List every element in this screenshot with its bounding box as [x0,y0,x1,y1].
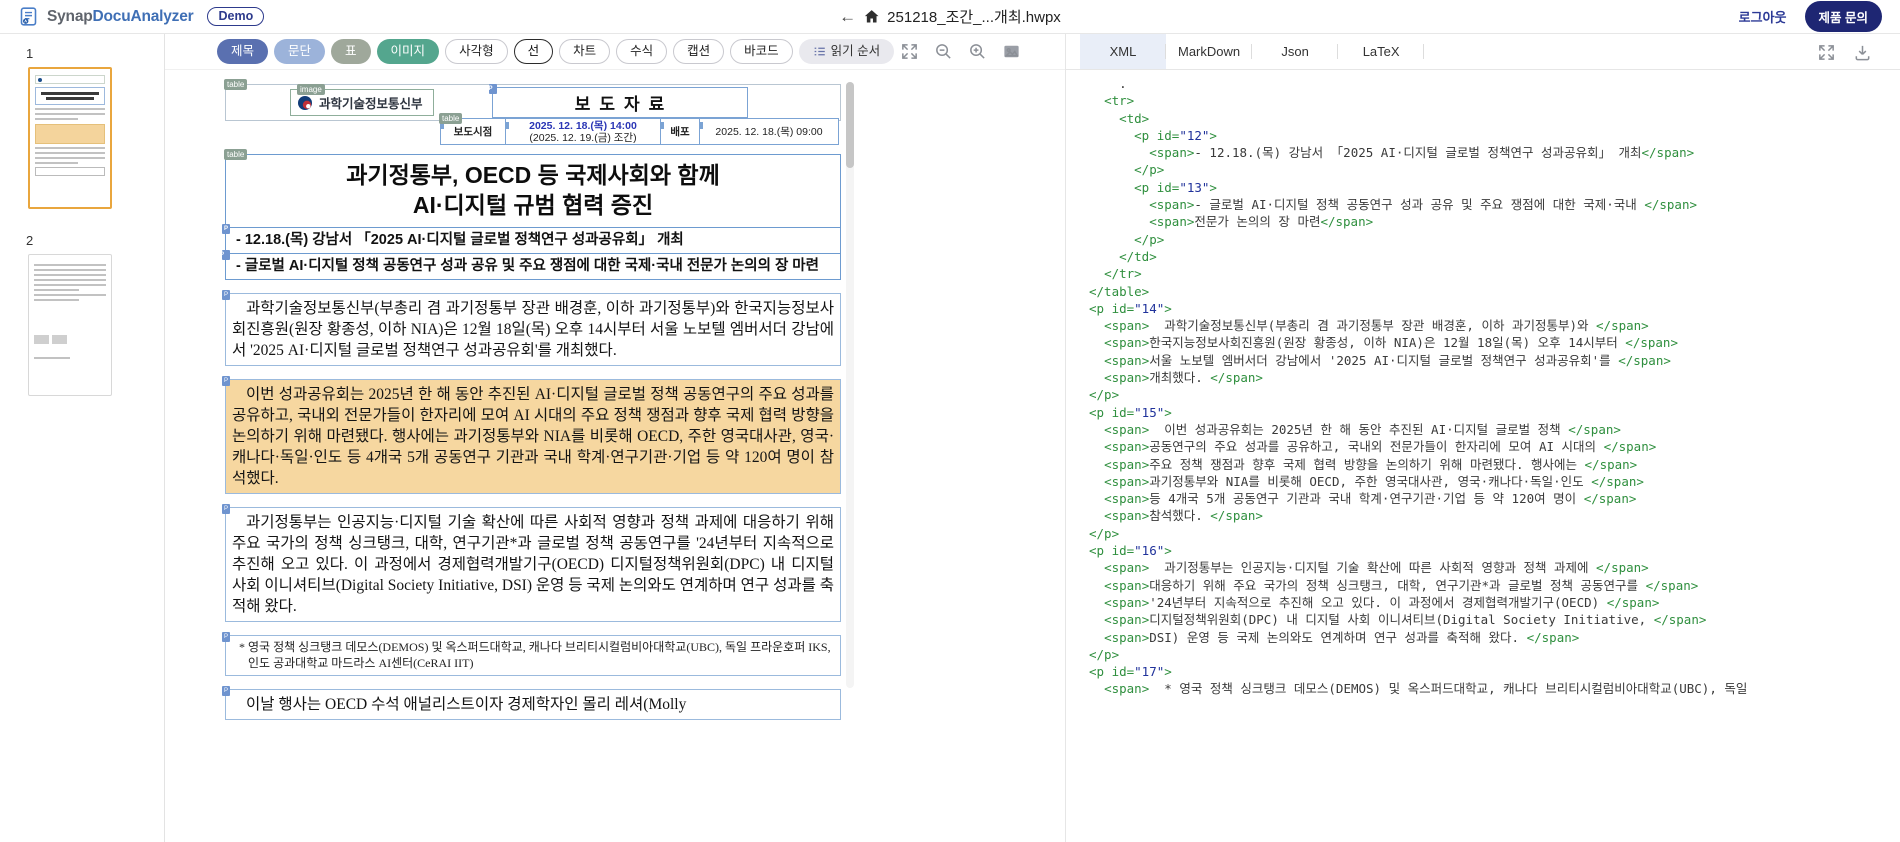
brand-name: SynapDocuAnalyzer [47,8,193,26]
paragraph-marker: P [222,632,230,642]
filter-table-button[interactable]: 표 [331,39,371,64]
brand-doc-icon [18,6,39,27]
document-scrollbar[interactable] [846,82,854,688]
subtitle-1[interactable]: P - 12.18.(목) 강남서 「2025 AI·디지털 글로벌 정책연구 … [226,227,840,253]
reading-order-icon [813,45,826,58]
fullscreen-icon[interactable] [900,42,919,61]
ministry-logo-icon [297,95,313,111]
home-icon[interactable] [863,8,880,25]
viewer-controls [900,42,1021,61]
result-controls [1817,34,1872,70]
ministry-name: 과학기술정보통신부 [319,93,423,112]
xml-code[interactable]: . <tr> <td> <p id="12"> <span>- 12.18.(목… [1066,70,1900,842]
paragraph-marker: P [222,504,230,514]
filter-barcode-button[interactable]: 바코드 [730,39,793,64]
thumb1-title-block [35,87,105,105]
zoom-in-icon[interactable] [968,42,987,61]
result-tabbar: XML MarkDown Json LaTeX [1066,34,1900,70]
tab-markdown[interactable]: MarkDown [1166,34,1252,69]
table-tag: table [439,113,462,124]
filter-chart-button[interactable]: 차트 [559,39,610,64]
distribute-time-cell[interactable]: 2025. 12. 18.(목) 09:00 [699,119,838,144]
paragraph-marker: P [489,84,497,94]
paragraph-marker: P [222,376,230,386]
header-table-region[interactable]: table image 과학기술정보통신부 P 보도자료 [225,84,841,121]
annotation-toolbar: 제목 문단 표 이미지 사각형 선 차트 수식 캡션 바코드 읽기 순서 [165,34,1065,70]
document-canvas: table image 과학기술정보통신부 P 보도자료 [165,70,1065,842]
thumb1-header [35,75,105,84]
release-time: 2025. 12. 18.(목) 14:00 [529,120,637,132]
filename-label: 251218_조간_...개최.hwpx [887,6,1061,27]
reading-order-button[interactable]: 읽기 순서 [799,39,894,64]
filter-image-button[interactable]: 이미지 [377,39,440,64]
paragraph-region-4[interactable]: P 이날 행사는 OECD 수석 애널리스트이자 경제학자인 몰리 레셔(Mol… [225,689,841,720]
release-time-cell[interactable]: 2025. 12. 18.(목) 14:00 (2025. 12. 19.(금)… [505,119,661,144]
paragraph-region-3[interactable]: P 과기정통부는 인공지능·디지털 기술 확산에 따른 사회적 영향과 정책 과… [225,507,841,622]
subtitle-2[interactable]: P - 글로벌 AI·디지털 정책 공동연구 성과 공유 및 주요 쟁점에 대한… [226,253,840,279]
paragraph-region-1[interactable]: P 과학기술정보통신부(부총리 겸 과기정통부 장관 배경훈, 이하 과기정통부… [225,293,841,366]
page-number-2: 2 [26,233,164,248]
filter-rectangle-button[interactable]: 사각형 [445,39,508,64]
result-panel: XML MarkDown Json LaTeX . <tr> <td> <p i… [1065,34,1900,842]
demo-badge: Demo [207,7,264,26]
filter-paragraph-button[interactable]: 문단 [274,39,325,64]
press-release-region[interactable]: P 보도자료 [492,87,748,118]
paragraph-marker: P [222,250,230,260]
zoom-out-icon[interactable] [934,42,953,61]
page-thumbnail-sidebar: 1 2 [0,34,165,842]
download-icon[interactable] [1853,43,1872,62]
page-number-1: 1 [26,46,164,61]
thumb1-highlight-block [35,124,105,144]
brand-logo[interactable]: SynapDocuAnalyzer Demo [18,6,264,27]
distribute-label-cell[interactable]: 배포 [661,119,699,144]
title-table-region[interactable]: table 과기정통부, OECD 등 국제사회와 함께 AI·디지털 규범 협… [225,154,841,280]
top-header: SynapDocuAnalyzer Demo ← 251218_조간_...개최… [0,0,1900,34]
footnote-region[interactable]: P * 영국 정책 싱크탱크 데모스(DEMOS) 및 옥스퍼드대학교, 캐나다… [225,635,841,676]
document-viewer-panel: 제목 문단 표 이미지 사각형 선 차트 수식 캡션 바코드 읽기 순서 [165,34,1065,842]
tab-xml[interactable]: XML [1080,34,1166,69]
image-tag: image [297,84,325,95]
header-actions: 로그아웃 제품 문의 [1739,1,1882,32]
back-button[interactable]: ← [839,7,856,27]
document-page: table image 과학기술정보통신부 P 보도자료 [225,84,841,720]
paragraph-marker: P [222,224,230,234]
document-title-bar: ← 251218_조간_...개최.hwpx [839,6,1061,27]
filter-formula-button[interactable]: 수식 [616,39,667,64]
release-note: (2025. 12. 19.(금) 조간) [529,132,636,144]
image-toggle-icon[interactable] [1002,42,1021,61]
main-title: 과기정통부, OECD 등 국제사회와 함께 AI·디지털 규범 협력 증진 [226,155,840,227]
logout-link[interactable]: 로그아웃 [1739,7,1787,26]
filter-caption-button[interactable]: 캡션 [673,39,724,64]
filter-title-button[interactable]: 제목 [217,39,268,64]
ministry-logo-region[interactable]: image 과학기술정보통신부 [290,89,434,116]
table-tag: table [224,149,247,160]
paragraph-region-2-highlighted[interactable]: P 이번 성과공유회는 2025년 한 해 동안 추진된 AI·디지털 글로벌 … [225,379,841,494]
paragraph-marker: P [222,686,230,696]
page-thumbnail-1[interactable] [28,67,112,209]
page-thumbnail-2[interactable] [28,254,112,396]
app-window: SynapDocuAnalyzer Demo ← 251218_조간_...개최… [0,0,1900,842]
document-scrollbar-thumb[interactable] [846,82,854,168]
schedule-table-region[interactable]: table 보도시점 2025. 12. 18.(목) 14:00 (2025.… [440,118,839,145]
product-inquiry-button[interactable]: 제품 문의 [1805,1,1882,32]
press-release-label: 보도자료 [575,95,674,114]
result-fullscreen-icon[interactable] [1817,43,1836,62]
tab-latex[interactable]: LaTeX [1338,34,1424,69]
paragraph-marker: P [222,290,230,300]
filter-line-button[interactable]: 선 [514,39,554,64]
tab-json[interactable]: Json [1252,34,1338,69]
table-tag: table [224,79,247,90]
